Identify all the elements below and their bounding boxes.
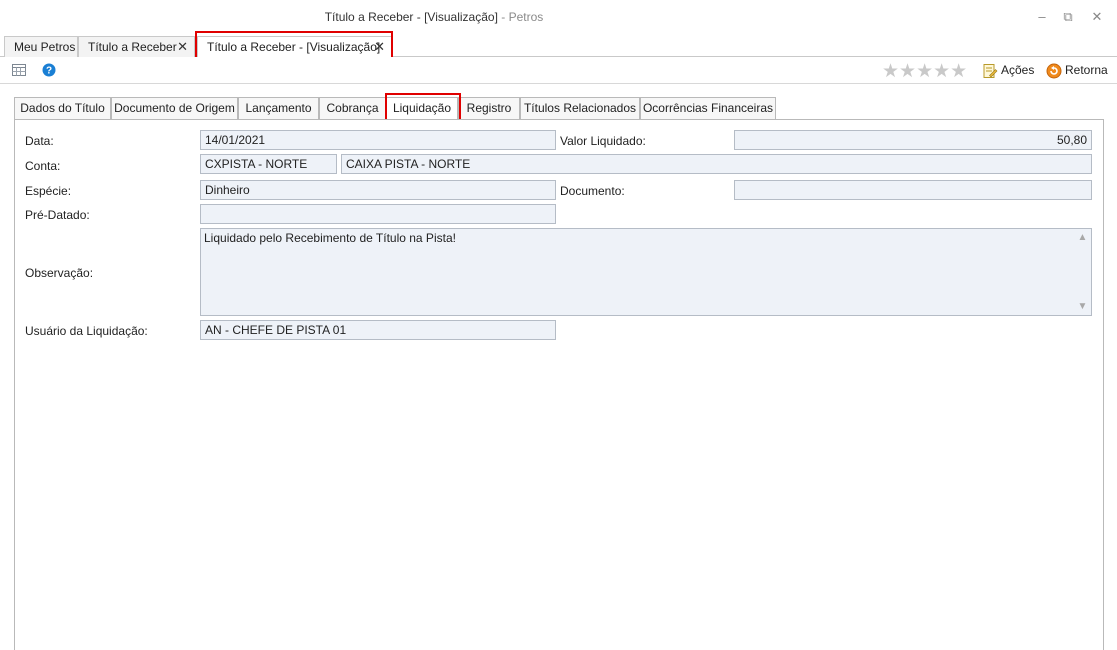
highlight-box-liquidacao-tab [385,93,461,121]
window-title-text: Título a Receber - [Visualização] [324,10,498,24]
usuario-liquidacao-label: Usuário da Liquidação: [25,324,148,338]
close-window-button[interactable]: ✕ [1087,8,1107,26]
conta-code-field[interactable]: CXPISTA - NORTE [200,154,337,174]
help-icon[interactable]: ? [41,62,57,78]
observacao-text: Liquidado pelo Recebimento de Título na … [204,231,456,245]
title-bar: Título a Receber - [Visualização] - Petr… [0,0,1117,34]
tab-lancamento[interactable]: Lançamento [238,97,319,119]
scroll-down-icon[interactable]: ▼ [1074,301,1091,312]
tab-registro[interactable]: Registro [458,97,520,119]
especie-field[interactable]: Dinheiro [200,180,556,200]
tab-ocorrencias-financeiras[interactable]: Ocorrências Financeiras [640,97,776,119]
documento-field[interactable] [734,180,1092,200]
doc-tab-titulo-receber[interactable]: Título a Receber ✕ [78,36,195,57]
document-tab-strip: Meu Petros Título a Receber ✕ Título a R… [0,34,1117,58]
return-label: Retorna [1065,63,1108,77]
doc-tab-meu-petros[interactable]: Meu Petros [4,36,78,57]
window-title-app: - Petros [497,10,544,24]
especie-label: Espécie: [25,184,72,198]
return-button[interactable]: Retorna [1046,62,1108,80]
tab-dados-do-titulo[interactable]: Dados do Título [14,97,111,119]
observacao-scrollbar[interactable]: ▲ ▼ [1074,229,1091,315]
pre-datado-field[interactable] [200,204,556,224]
conta-label: Conta: [25,159,61,173]
highlight-box-doc-tab [195,31,393,59]
svg-text:?: ? [46,66,52,77]
tab-titulos-relacionados[interactable]: Títulos Relacionados [520,97,640,119]
return-icon [1046,63,1062,79]
rating-stars[interactable]: ★★★★★ [882,60,967,83]
minimize-button[interactable]: – [1032,8,1052,26]
tab-documento-de-origem[interactable]: Documento de Origem [111,97,238,119]
observacao-textarea[interactable]: Liquidado pelo Recebimento de Título na … [200,228,1092,316]
close-tab-icon[interactable]: ✕ [177,37,188,57]
scroll-up-icon[interactable]: ▲ [1074,232,1091,243]
actions-icon [982,63,998,79]
window-title: Título a Receber - [Visualização] - Petr… [0,10,868,24]
data-label: Data: [25,134,54,148]
observacao-label: Observação: [25,266,94,280]
restore-button[interactable]: ⧉ [1058,8,1078,26]
data-field[interactable]: 14/01/2021 [200,130,556,150]
toolbar: ? ★★★★★ Ações Retorna [0,57,1117,84]
tab-cobranca[interactable]: Cobrança [319,97,386,119]
report-icon[interactable] [11,62,27,78]
valor-liquidado-field[interactable]: 50,80 [734,130,1092,150]
content-tab-strip: Dados do Título Documento de Origem Lanç… [14,97,1104,119]
actions-button[interactable]: Ações [982,62,1034,80]
pre-datado-label: Pré-Datado: [25,208,90,222]
usuario-liquidacao-field[interactable]: AN - CHEFE DE PISTA 01 [200,320,556,340]
conta-name-field[interactable]: CAIXA PISTA - NORTE [341,154,1092,174]
doc-tab-label: Título a Receber [88,40,177,54]
doc-tab-label: Meu Petros [14,40,76,54]
valor-liquidado-label: Valor Liquidado: [560,134,646,148]
actions-label: Ações [1001,63,1035,77]
documento-label: Documento: [560,184,625,198]
